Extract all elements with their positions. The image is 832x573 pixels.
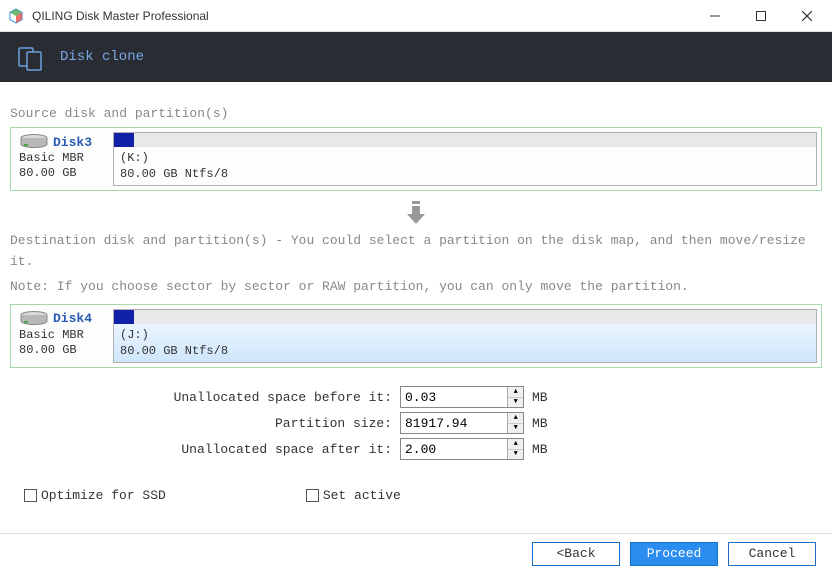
after-label: Unallocated space after it: — [10, 442, 400, 457]
before-label: Unallocated space before it: — [10, 390, 400, 405]
dest-partition-desc: 80.00 GB Ntfs/8 — [120, 343, 810, 359]
cancel-button[interactable]: Cancel — [728, 542, 816, 566]
titlebar: QILING Disk Master Professional — [0, 0, 832, 32]
optimize-ssd-label: Optimize for SSD — [41, 488, 166, 503]
before-up-button[interactable]: ▲ — [508, 387, 523, 398]
dest-label: Destination disk and partition(s) - You … — [10, 231, 822, 273]
dest-usage-bar — [114, 310, 816, 324]
source-label: Source disk and partition(s) — [10, 106, 822, 121]
size-up-button[interactable]: ▲ — [508, 413, 523, 424]
source-used-segment — [114, 133, 134, 147]
set-active-label: Set active — [323, 488, 401, 503]
checkbox-icon — [24, 489, 37, 502]
dest-disk-name: Disk4 — [53, 311, 92, 326]
hdd-icon — [19, 134, 49, 150]
source-disk-row[interactable]: Disk3 Basic MBR 80.00 GB (K:) 80.00 GB N… — [10, 127, 822, 191]
size-down-button[interactable]: ▼ — [508, 424, 523, 434]
dest-partition-letter: (J:) — [120, 327, 810, 343]
optimize-ssd-checkbox[interactable]: Optimize for SSD — [24, 488, 166, 503]
after-down-button[interactable]: ▼ — [508, 450, 523, 460]
before-input[interactable] — [401, 387, 507, 407]
source-partition-map[interactable]: (K:) 80.00 GB Ntfs/8 — [113, 132, 817, 186]
maximize-button[interactable] — [738, 1, 784, 31]
footer: <Back Proceed Cancel — [0, 533, 832, 573]
dest-note: Note: If you choose sector by sector or … — [10, 277, 822, 298]
app-logo-icon — [8, 8, 24, 24]
dest-partition-info: (J:) 80.00 GB Ntfs/8 — [114, 324, 816, 362]
window-controls — [692, 1, 830, 31]
after-unit: MB — [532, 442, 548, 457]
dest-partition-map[interactable]: (J:) 80.00 GB Ntfs/8 — [113, 309, 817, 363]
source-disk-info: Disk3 Basic MBR 80.00 GB — [15, 132, 113, 186]
disk-clone-icon — [18, 45, 42, 69]
proceed-button[interactable]: Proceed — [630, 542, 718, 566]
source-partition-desc: 80.00 GB Ntfs/8 — [120, 166, 810, 182]
after-spinner[interactable]: ▲ ▼ — [400, 438, 524, 460]
app-title: QILING Disk Master Professional — [32, 9, 692, 23]
close-button[interactable] — [784, 1, 830, 31]
after-up-button[interactable]: ▲ — [508, 439, 523, 450]
size-unit: MB — [532, 416, 548, 431]
minimize-button[interactable] — [692, 1, 738, 31]
page-title: Disk clone — [60, 49, 144, 65]
dest-disk-size: 80.00 GB — [19, 343, 109, 357]
dest-used-segment — [114, 310, 134, 324]
size-label: Partition size: — [10, 416, 400, 431]
source-partition-letter: (K:) — [120, 150, 810, 166]
page-header: Disk clone — [0, 32, 832, 82]
source-disk-name: Disk3 — [53, 135, 92, 150]
checkbox-icon — [306, 489, 319, 502]
source-usage-bar — [114, 133, 816, 147]
arrow-down-icon — [10, 199, 822, 225]
dest-disk-info: Disk4 Basic MBR 80.00 GB — [15, 309, 113, 363]
after-input[interactable] — [401, 439, 507, 459]
before-down-button[interactable]: ▼ — [508, 398, 523, 408]
hdd-icon — [19, 311, 49, 327]
dest-disk-type: Basic MBR — [19, 328, 109, 342]
source-disk-size: 80.00 GB — [19, 166, 109, 180]
before-unit: MB — [532, 390, 548, 405]
dest-disk-row[interactable]: Disk4 Basic MBR 80.00 GB (J:) 80.00 GB N… — [10, 304, 822, 368]
size-form: Unallocated space before it: ▲ ▼ MB Part… — [10, 386, 822, 460]
size-input[interactable] — [401, 413, 507, 433]
size-spinner[interactable]: ▲ ▼ — [400, 412, 524, 434]
options-row: Optimize for SSD Set active — [24, 488, 822, 503]
source-disk-type: Basic MBR — [19, 151, 109, 165]
source-partition-info: (K:) 80.00 GB Ntfs/8 — [114, 147, 816, 185]
set-active-checkbox[interactable]: Set active — [306, 488, 401, 503]
back-button[interactable]: <Back — [532, 542, 620, 566]
before-spinner[interactable]: ▲ ▼ — [400, 386, 524, 408]
